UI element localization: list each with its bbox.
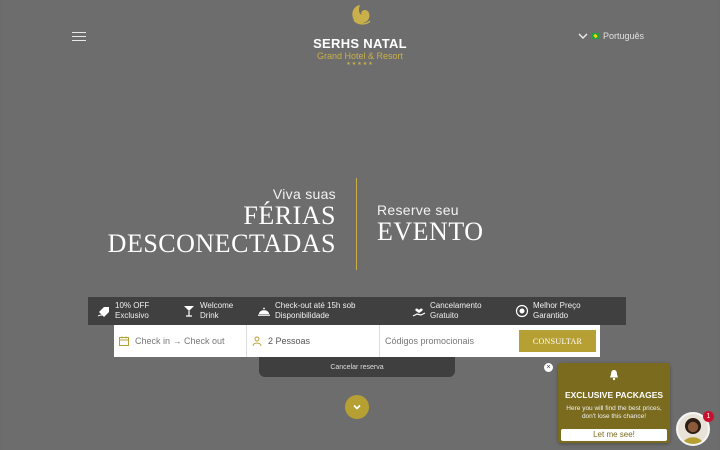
brazil-flag-icon [591,33,600,39]
notification-badge: 1 [703,411,714,422]
popup-description: Here you will find the best prices, don'… [566,405,662,420]
hotel-logo[interactable]: SERHS NATAL Grand Hotel & Resort ★★★★★ [300,3,420,67]
chevron-down-icon [578,33,588,39]
benefit-best-price-line1: Melhor Preço [533,301,581,310]
date-range-label: Check in → Check out [135,336,225,346]
swan-logo-icon [352,5,371,25]
date-range-field[interactable]: Check in → Check out [114,325,247,357]
menu-hamburger-icon[interactable] [72,32,86,41]
logo-stars: ★★★★★ [346,61,374,67]
logo-subtitle: Grand Hotel & Resort [316,51,404,61]
benefit-discount-line1: 10% OFF [115,301,150,310]
chevron-down-icon [353,404,361,410]
hero-vacation-link[interactable]: Viva suas FÉRIAS DESCONECTADAS [108,186,336,258]
hero-left-line2: FÉRIAS [243,201,336,230]
benefit-discount: 10% OFF Exclusivo [97,301,149,320]
consultar-button[interactable]: CONSULTAR [519,330,596,352]
language-label: Português [603,31,645,41]
cancel-reservation-link[interactable]: Cancelar reserva [259,357,455,377]
hero-right-line1: Reserve seu [377,202,459,218]
benefit-checkout: Check-out até 15h sob Disponibilidade [257,301,356,320]
price-badge-icon [515,304,529,317]
benefit-cancellation: Cancelamento Gratuito [412,301,482,320]
benefit-drink-line2: Drink [200,310,219,320]
hero-right-line2: EVENTO [377,217,484,246]
hero-left-line3: DESCONECTADAS [107,229,336,258]
promo-code-placeholder: Códigos promocionais [385,336,475,346]
benefits-bar: 10% OFF Exclusivo Welcome Drink Check-out … [88,297,626,325]
calendar-icon [119,336,129,346]
benefit-discount-line2: Exclusivo [115,310,149,320]
person-icon [252,336,262,346]
popup-title: EXCLUSIVE PACKAGES [564,390,664,400]
scroll-down-button[interactable] [345,395,369,419]
guests-field[interactable]: 2 Pessoas [247,325,380,357]
benefit-drink-line1: Welcome [200,301,234,310]
popup-cta-button[interactable]: Let me see! [561,429,667,441]
hand-heart-icon [412,307,426,317]
hero-divider [356,178,357,270]
benefit-best-price-line2: Garantido [533,310,569,320]
popup-close-button[interactable]: × [544,363,553,372]
hero-event-link[interactable]: Reserve seu EVENTO [377,202,484,246]
bell-icon [610,370,618,381]
benefit-checkout-line1: Check-out até 15h sob [275,301,356,310]
benefit-cancellation-line1: Cancelamento [430,301,482,310]
cloche-icon [258,307,270,316]
guests-label: 2 Pessoas [268,336,311,346]
cocktail-icon [184,305,194,317]
exclusive-packages-popup: EXCLUSIVE PACKAGES Here you will find th… [558,363,670,443]
booking-form: Check in → Check out 2 Pessoas Códigos p… [114,325,600,357]
benefit-cancellation-line2: Gratuito [430,310,459,320]
benefit-checkout-line2: Disponibilidade [275,310,330,320]
discount-tag-icon [97,306,109,317]
promo-code-input[interactable]: Códigos promocionais [380,325,512,357]
logo-name: SERHS NATAL [313,36,407,51]
language-selector[interactable]: Português [578,31,644,41]
hero-left-line1: Viva suas [272,186,336,202]
benefit-drink: Welcome Drink [182,301,233,320]
benefit-best-price: Melhor Preço Garantido [515,301,581,320]
